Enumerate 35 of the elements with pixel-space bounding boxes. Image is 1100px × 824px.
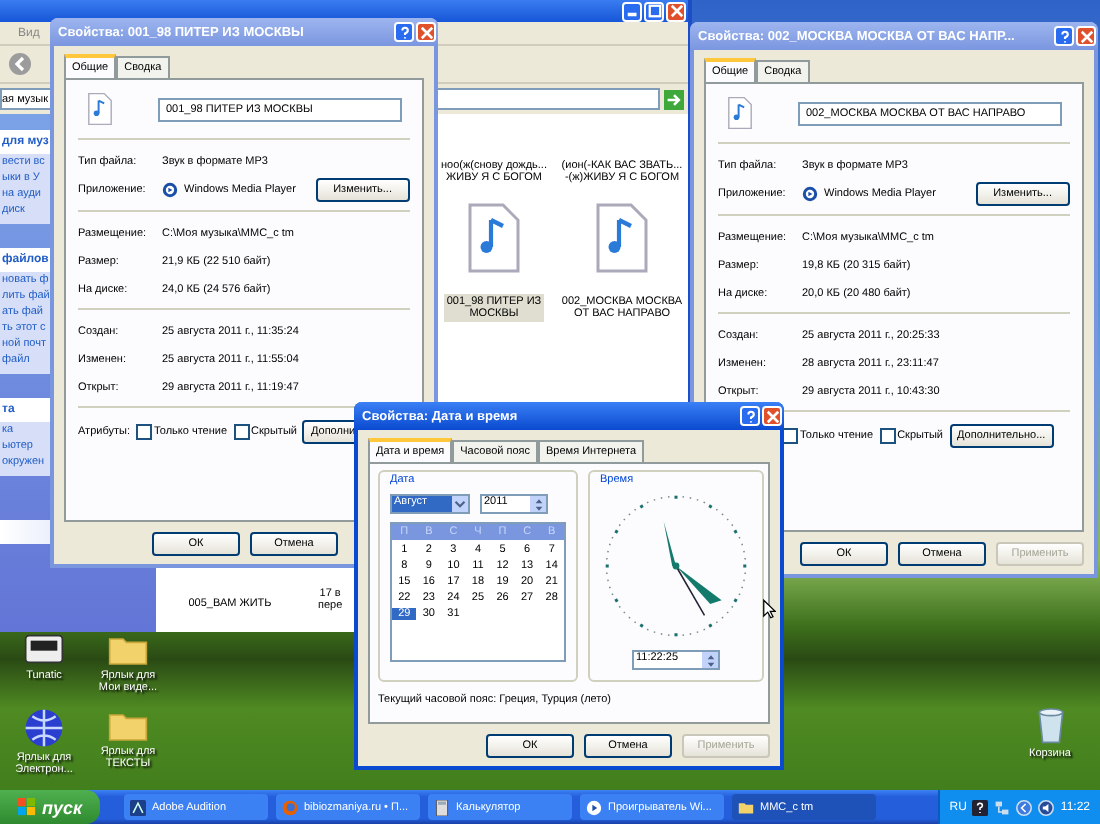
folder-icon[interactable] <box>108 708 148 742</box>
expand-arrow-icon[interactable] <box>1016 799 1033 815</box>
media-player-icon <box>802 186 818 202</box>
audio-file-icon[interactable] <box>592 202 652 274</box>
folder-icon <box>738 799 754 815</box>
audio-file-icon <box>86 92 114 126</box>
speaker-icon[interactable] <box>1038 799 1055 815</box>
audio-file-icon[interactable] <box>464 202 524 274</box>
media-player-icon <box>162 182 178 198</box>
spinner-arrows-icon[interactable] <box>705 651 715 669</box>
help-button[interactable] <box>1054 26 1074 46</box>
help-button[interactable] <box>394 22 414 42</box>
browser-icon <box>282 799 298 815</box>
help-button[interactable] <box>740 406 760 426</box>
start-button[interactable]: пуск <box>0 790 100 824</box>
checkbox[interactable] <box>135 424 152 440</box>
close-button[interactable] <box>762 406 782 426</box>
checkbox[interactable] <box>233 424 250 440</box>
audio-file-icon <box>726 96 754 130</box>
windows-flag-icon <box>17 798 36 816</box>
audio-app-icon <box>130 799 146 815</box>
recycle-bin-icon[interactable] <box>1033 704 1067 744</box>
close-button[interactable] <box>1076 26 1096 46</box>
maximize-button[interactable] <box>644 1 664 21</box>
media-player-icon <box>586 799 602 815</box>
calculator-icon <box>434 799 450 815</box>
minimize-button[interactable] <box>622 1 642 21</box>
close-button[interactable] <box>416 22 436 42</box>
spinner-arrows-icon[interactable] <box>533 495 543 513</box>
help-icon[interactable] <box>972 799 989 815</box>
tuner-app-icon[interactable] <box>24 632 64 666</box>
globe-icon[interactable] <box>24 708 64 748</box>
checkbox[interactable] <box>879 428 896 444</box>
close-button[interactable] <box>666 1 686 21</box>
go-arrow-icon[interactable] <box>664 89 684 109</box>
